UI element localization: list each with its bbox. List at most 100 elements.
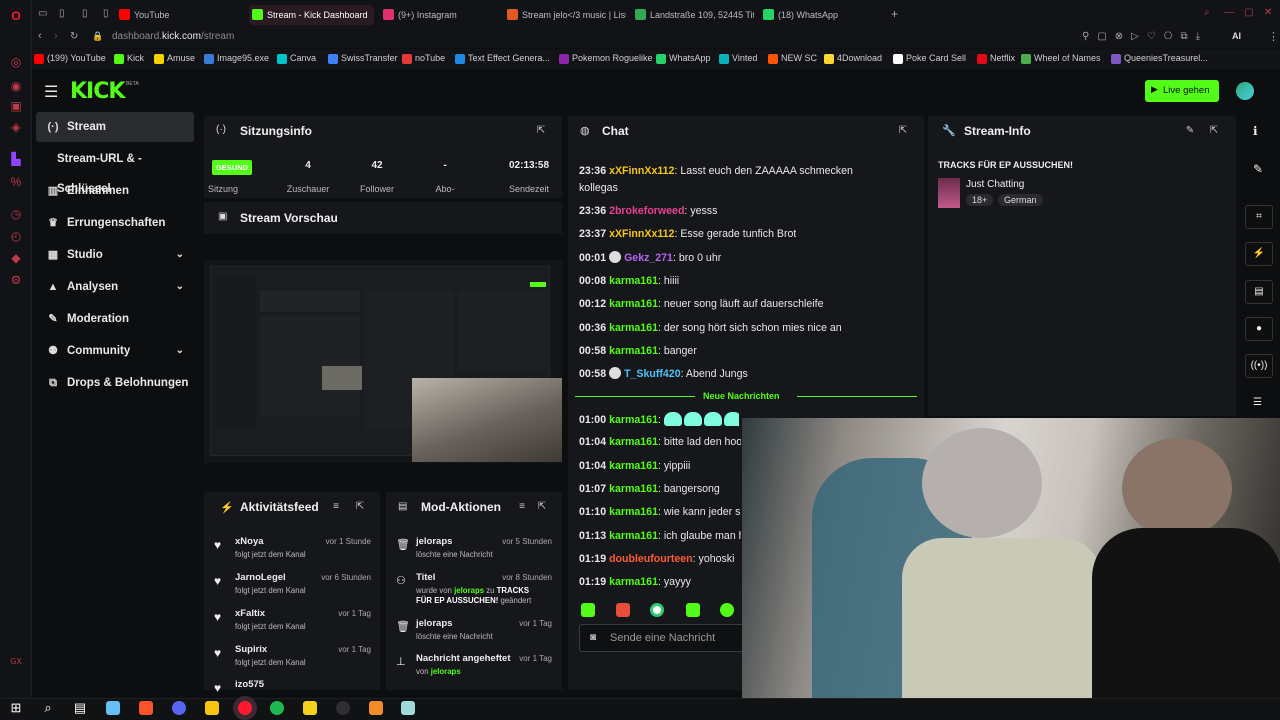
folder-icon[interactable] bbox=[303, 701, 317, 715]
chat-username[interactable]: xXFinnXx112 bbox=[609, 165, 674, 177]
emote-icon[interactable] bbox=[686, 603, 700, 617]
tab-2[interactable]: (9+) Instagram bbox=[380, 5, 498, 25]
opera-icon[interactable] bbox=[238, 701, 252, 715]
sidebar-item-3[interactable]: ♛ Errungenschaften bbox=[36, 208, 194, 238]
chat-username[interactable]: Gekz_271 bbox=[624, 252, 673, 264]
category-thumbnail[interactable] bbox=[938, 178, 960, 208]
mod-action-name[interactable]: Titel bbox=[416, 572, 435, 583]
minimize-button[interactable]: — bbox=[1224, 7, 1234, 18]
raid-button[interactable]: ⚡ bbox=[1245, 242, 1273, 266]
popout-icon[interactable]: ⇱ bbox=[897, 125, 909, 137]
toolbar-icons[interactable]: ⚲▢⊗▷♡⎔⧉⤓ bbox=[1082, 31, 1208, 42]
history-icon[interactable]: ◴ bbox=[9, 229, 23, 243]
stream-tag[interactable]: 18+ bbox=[966, 194, 994, 206]
aria-icon[interactable]: ◎ bbox=[9, 55, 23, 69]
gx-icon[interactable]: GX bbox=[9, 655, 23, 669]
bookmark-item[interactable]: Canva bbox=[277, 53, 316, 64]
extensions-icon[interactable]: ◆ bbox=[9, 251, 23, 265]
mail-icon[interactable]: ▣ bbox=[9, 99, 23, 113]
chat-username[interactable]: karma161 bbox=[609, 483, 658, 495]
hamburger-menu-icon[interactable]: ☰ bbox=[44, 82, 58, 102]
bookmark-item[interactable]: Text Effect Genera... bbox=[455, 53, 550, 64]
bookmark-item[interactable]: QueeniesTreasurel... bbox=[1111, 53, 1208, 64]
bookmark-item[interactable]: Image95.exe bbox=[204, 53, 269, 64]
forward-button[interactable]: › bbox=[54, 30, 58, 42]
follower-name[interactable]: xFaltix bbox=[235, 608, 265, 619]
bookmark-item[interactable]: Amuse bbox=[154, 53, 195, 64]
chat-username[interactable]: karma161 bbox=[609, 460, 658, 472]
chevron-down-icon[interactable]: ⌄ bbox=[176, 240, 184, 270]
avatar[interactable] bbox=[1236, 82, 1254, 100]
opera-logo-icon[interactable]: O bbox=[9, 9, 23, 23]
explorer-icon[interactable] bbox=[205, 701, 219, 715]
url-field[interactable]: dashboard.kick.com/stream bbox=[112, 31, 234, 42]
bookmark-item[interactable]: (199) YouTube bbox=[34, 53, 106, 64]
sidebar-item-7[interactable]: ⚉ Community ⌄ bbox=[36, 336, 194, 366]
sidebar-item-8[interactable]: ⧉ Drops & Belohnungen bbox=[36, 368, 194, 398]
bookmark-item[interactable]: Vinted bbox=[719, 53, 757, 64]
emote-icon[interactable] bbox=[650, 603, 664, 617]
chat-username[interactable]: karma161 bbox=[609, 275, 658, 287]
filter-icon[interactable]: ≡ bbox=[330, 501, 342, 513]
bookmark-item[interactable]: 4Download bbox=[824, 53, 882, 64]
new-tab-button[interactable]: + bbox=[891, 7, 898, 21]
follower-name[interactable]: JarnoLegel bbox=[235, 572, 286, 583]
emote-icon[interactable] bbox=[616, 603, 630, 617]
maximize-button[interactable]: ▢ bbox=[1244, 7, 1253, 18]
chat-username[interactable]: 2brokeforweed bbox=[609, 205, 684, 217]
emote-icon[interactable] bbox=[720, 603, 734, 617]
player-icon[interactable]: ◷ bbox=[9, 207, 23, 221]
chat-username[interactable]: karma161 bbox=[609, 506, 658, 518]
popout-icon[interactable]: ⇱ bbox=[1208, 125, 1220, 137]
bookmark-item[interactable]: Netflix bbox=[977, 53, 1015, 64]
bookmark-item[interactable]: NEW SC bbox=[768, 53, 817, 64]
filter-icon[interactable]: ≡ bbox=[516, 501, 528, 513]
stream-tag[interactable]: German bbox=[998, 194, 1043, 206]
chat-username[interactable]: karma161 bbox=[609, 345, 658, 357]
popout-icon[interactable]: ⇱ bbox=[354, 501, 366, 513]
sidebar-item-4[interactable]: ▦ Studio ⌄ bbox=[36, 240, 194, 270]
chat-username[interactable]: xXFinnXx112 bbox=[609, 228, 674, 240]
sidebar-item-5[interactable]: ▲ Analysen ⌄ bbox=[36, 272, 194, 302]
bookmark-item[interactable]: Wheel of Names bbox=[1021, 53, 1101, 64]
follower-name[interactable]: Supirix bbox=[235, 644, 267, 655]
messenger-icon[interactable]: ◉ bbox=[9, 79, 23, 93]
chat-username[interactable]: T_Skuff420 bbox=[624, 368, 681, 380]
sidebar-item-0[interactable]: (·) Stream bbox=[36, 112, 194, 142]
close-window-button[interactable]: ✕ bbox=[1264, 7, 1272, 18]
emote-icon[interactable] bbox=[581, 603, 595, 617]
instagram-icon[interactable]: ◈ bbox=[9, 120, 23, 134]
mod-user-link[interactable]: jeloraps bbox=[454, 586, 484, 595]
vlc-icon[interactable] bbox=[369, 701, 383, 715]
chat-input[interactable]: ◙ Sende eine Nachricht bbox=[579, 624, 749, 652]
bookmark-item[interactable]: Kick bbox=[114, 53, 144, 64]
bookmark-item[interactable]: SwissTransfer bbox=[328, 53, 398, 64]
tab-0[interactable]: YouTube bbox=[116, 5, 240, 25]
bookmark-item[interactable]: WhatsApp bbox=[656, 53, 711, 64]
chevron-down-icon[interactable]: ⌄ bbox=[176, 272, 184, 302]
twitch-icon[interactable]: ▙ bbox=[9, 152, 23, 166]
chat-username[interactable]: doubleufourteen bbox=[609, 553, 693, 565]
menu-icon[interactable]: ⋮ bbox=[1268, 30, 1279, 43]
emote-picker-icon[interactable]: ◙ bbox=[590, 632, 596, 643]
tab-icon[interactable]: ▯ bbox=[59, 8, 65, 19]
app-icon[interactable] bbox=[401, 701, 415, 715]
chevron-down-icon[interactable]: ⌄ bbox=[176, 336, 184, 366]
tab-icon[interactable]: ▯ bbox=[82, 8, 88, 19]
chat-username[interactable]: karma161 bbox=[609, 436, 658, 448]
brave-icon[interactable] bbox=[139, 701, 153, 715]
chat-username[interactable]: karma161 bbox=[609, 322, 658, 334]
bookmark-item[interactable]: noTube bbox=[402, 53, 445, 64]
spotify-icon[interactable] bbox=[270, 701, 284, 715]
go-live-button[interactable]: ▶ Live gehen bbox=[1145, 80, 1219, 102]
mod-user-link[interactable]: jeloraps bbox=[431, 667, 461, 676]
chat-mode-button[interactable]: ● bbox=[1245, 317, 1273, 341]
follower-name[interactable]: xNoya bbox=[235, 536, 264, 547]
obs-icon[interactable] bbox=[336, 701, 350, 715]
tab-icon[interactable]: ▯ bbox=[103, 8, 109, 19]
mod-action-name[interactable]: jeloraps bbox=[416, 618, 452, 629]
chat-username[interactable]: karma161 bbox=[609, 298, 658, 310]
tab-3[interactable]: Stream jelo</3 music | List bbox=[504, 5, 626, 25]
edit-icon[interactable]: ✎ bbox=[1253, 162, 1263, 176]
tab-4[interactable]: Landstraße 109, 52445 Titz bbox=[632, 5, 754, 25]
